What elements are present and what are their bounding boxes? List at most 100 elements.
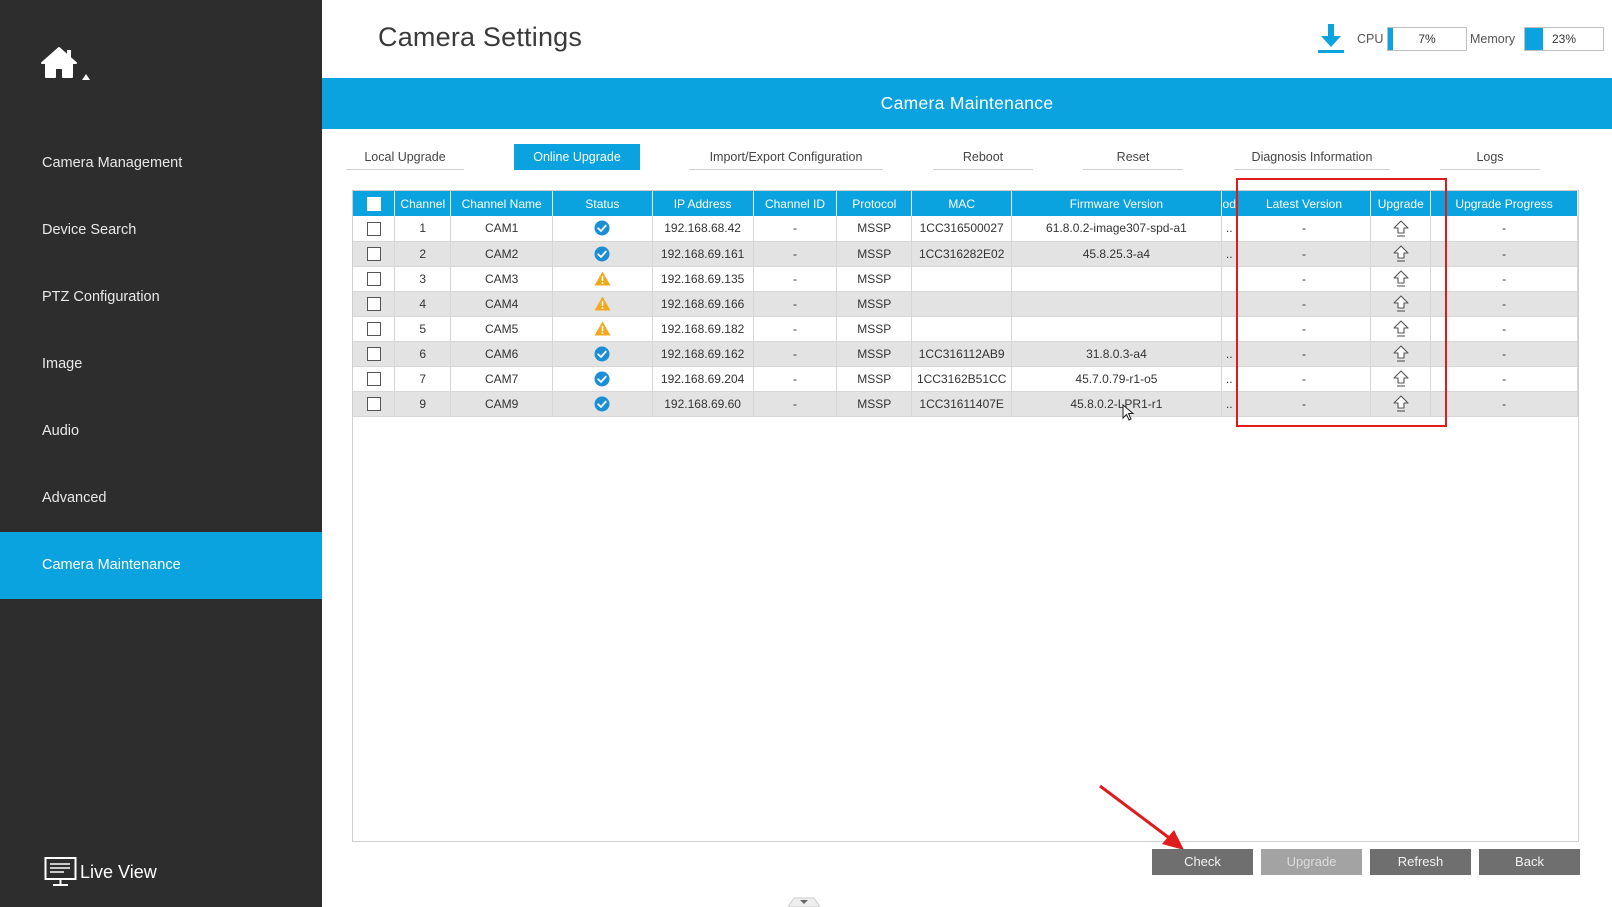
sidebar-item-camera-management[interactable]: Camera Management <box>0 130 322 197</box>
tab-import-export-configuration[interactable]: Import/Export Configuration <box>689 144 883 170</box>
row-checkbox[interactable] <box>366 246 381 261</box>
tab-reset[interactable]: Reset <box>1083 144 1183 170</box>
cpu-meter: 7% <box>1387 27 1467 51</box>
upgrade-button[interactable]: Upgrade <box>1261 849 1362 875</box>
cell-firmware-version: 45.7.0.79-r1-o5 <box>1011 366 1222 392</box>
cell-upgrade[interactable] <box>1370 291 1432 317</box>
cell-channel-id: - <box>753 216 838 242</box>
live-view-label: Live View <box>80 861 157 882</box>
download-icon[interactable] <box>1316 22 1346 54</box>
select-all-checkbox[interactable] <box>366 196 381 211</box>
cell-ip-address: 192.168.69.166 <box>652 291 754 317</box>
upgrade-arrow-icon[interactable] <box>1393 320 1409 337</box>
row-select-cell[interactable] <box>353 291 396 317</box>
cell-channel: 6 <box>394 341 452 367</box>
table-row[interactable]: 3 CAM3 192.168.69.135- MSSP - - <box>353 266 1578 292</box>
cell-ip-address: 192.168.69.162 <box>652 341 754 367</box>
device-table: Channel Channel Name Status IP Address C… <box>353 191 1578 417</box>
column-header-od: od <box>1221 191 1238 216</box>
cell-od: .. <box>1221 216 1238 242</box>
cell-upgrade[interactable] <box>1370 366 1432 392</box>
sidebar-item-ptz-configuration[interactable]: PTZ Configuration <box>0 264 322 331</box>
monitor-icon <box>44 857 77 886</box>
back-button[interactable]: Back <box>1479 849 1580 875</box>
row-checkbox[interactable] <box>366 271 381 286</box>
row-select-cell[interactable] <box>353 366 396 392</box>
cell-ip-address: 192.168.69.182 <box>652 316 754 342</box>
sidebar-item-camera-maintenance[interactable]: Camera Maintenance <box>0 532 322 599</box>
cell-upgrade-progress: - <box>1430 241 1578 267</box>
sidebar-item-advanced[interactable]: Advanced <box>0 465 322 532</box>
status-warning-icon <box>594 271 611 286</box>
upgrade-arrow-icon[interactable] <box>1393 220 1409 237</box>
row-checkbox[interactable] <box>366 396 381 411</box>
row-checkbox[interactable] <box>366 296 381 311</box>
upgrade-arrow-icon[interactable] <box>1393 270 1409 287</box>
cell-latest-version: - <box>1237 391 1372 417</box>
upgrade-arrow-icon[interactable] <box>1393 395 1409 412</box>
row-select-cell[interactable] <box>353 316 396 342</box>
status-warning-icon <box>594 296 611 311</box>
cell-status <box>552 241 653 267</box>
row-select-cell[interactable] <box>353 241 396 267</box>
cell-channel-id: - <box>753 366 838 392</box>
column-header-firmware-version: Firmware Version <box>1011 191 1222 216</box>
cell-upgrade[interactable] <box>1370 216 1432 242</box>
row-checkbox[interactable] <box>366 321 381 336</box>
device-table-container[interactable]: Channel Channel Name Status IP Address C… <box>352 190 1579 842</box>
check-button[interactable]: Check <box>1152 849 1253 875</box>
upgrade-arrow-icon[interactable] <box>1393 245 1409 262</box>
tab-logs[interactable]: Logs <box>1440 144 1540 170</box>
table-row[interactable]: 5 CAM5 192.168.69.182- MSSP - - <box>353 316 1578 342</box>
upgrade-arrow-icon[interactable] <box>1393 295 1409 312</box>
cell-upgrade-progress: - <box>1430 291 1578 317</box>
cell-channel-id: - <box>753 241 838 267</box>
cell-channel-id: - <box>753 316 838 342</box>
table-row[interactable]: 9 CAM9 192.168.69.60- MSSP 1CC31611407E 45.8.… <box>353 391 1578 417</box>
table-row[interactable]: 2 CAM2 192.168.69.161- MSSP 1CC316282E02 45.8… <box>353 241 1578 267</box>
cell-channel: 4 <box>394 291 452 317</box>
cell-status <box>552 316 653 342</box>
table-row[interactable]: 7 CAM7 192.168.69.204- MSSP 1CC3162B51CC 45.7… <box>353 366 1578 392</box>
column-header-protocol: Protocol <box>836 191 913 216</box>
sidebar-item-device-search[interactable]: Device Search <box>0 197 322 264</box>
row-checkbox[interactable] <box>366 371 381 386</box>
cell-channel-name: CAM1 <box>450 216 554 242</box>
tab-diagnosis-information[interactable]: Diagnosis Information <box>1234 144 1390 170</box>
sidebar-item-image[interactable]: Image <box>0 331 322 398</box>
cell-channel: 9 <box>394 391 452 417</box>
table-row[interactable]: 6 CAM6 192.168.69.162- MSSP 1CC316112AB9 31.8… <box>353 341 1578 367</box>
cell-upgrade[interactable] <box>1370 241 1432 267</box>
table-row[interactable]: 4 CAM4 192.168.69.166- MSSP - - <box>353 291 1578 317</box>
tab-reboot[interactable]: Reboot <box>933 144 1033 170</box>
cell-latest-version: - <box>1237 266 1372 292</box>
row-select-cell[interactable] <box>353 266 396 292</box>
upgrade-arrow-icon[interactable] <box>1393 370 1409 387</box>
table-row[interactable]: 1 CAM1 192.168.68.42- MSSP 1CC316500027 61.8.… <box>353 216 1578 242</box>
cell-upgrade[interactable] <box>1370 266 1432 292</box>
cell-upgrade[interactable] <box>1370 316 1432 342</box>
row-checkbox[interactable] <box>366 221 381 236</box>
cell-latest-version: - <box>1237 291 1372 317</box>
home-button[interactable] <box>40 44 96 84</box>
live-view-button[interactable]: Live View <box>44 856 157 888</box>
cell-upgrade[interactable] <box>1370 341 1432 367</box>
select-all-header[interactable] <box>353 191 396 216</box>
upgrade-arrow-icon[interactable] <box>1393 345 1409 362</box>
collapse-tab[interactable] <box>786 894 822 907</box>
tab-online-upgrade[interactable]: Online Upgrade <box>514 144 640 170</box>
tab-local-upgrade[interactable]: Local Upgrade <box>346 144 464 170</box>
row-select-cell[interactable] <box>353 341 396 367</box>
cell-ip-address: 192.168.68.42 <box>652 216 754 242</box>
cpu-value: 7% <box>1418 32 1436 46</box>
column-header-channel-id: Channel ID <box>753 191 838 216</box>
refresh-button[interactable]: Refresh <box>1370 849 1471 875</box>
row-select-cell[interactable] <box>353 391 396 417</box>
cell-channel-name: CAM2 <box>450 241 554 267</box>
row-checkbox[interactable] <box>366 346 381 361</box>
row-select-cell[interactable] <box>353 216 396 242</box>
chevron-down-icon <box>787 897 821 907</box>
cell-mac: 1CC316282E02 <box>911 241 1013 267</box>
sidebar-item-audio[interactable]: Audio <box>0 398 322 465</box>
cell-upgrade[interactable] <box>1370 391 1432 417</box>
